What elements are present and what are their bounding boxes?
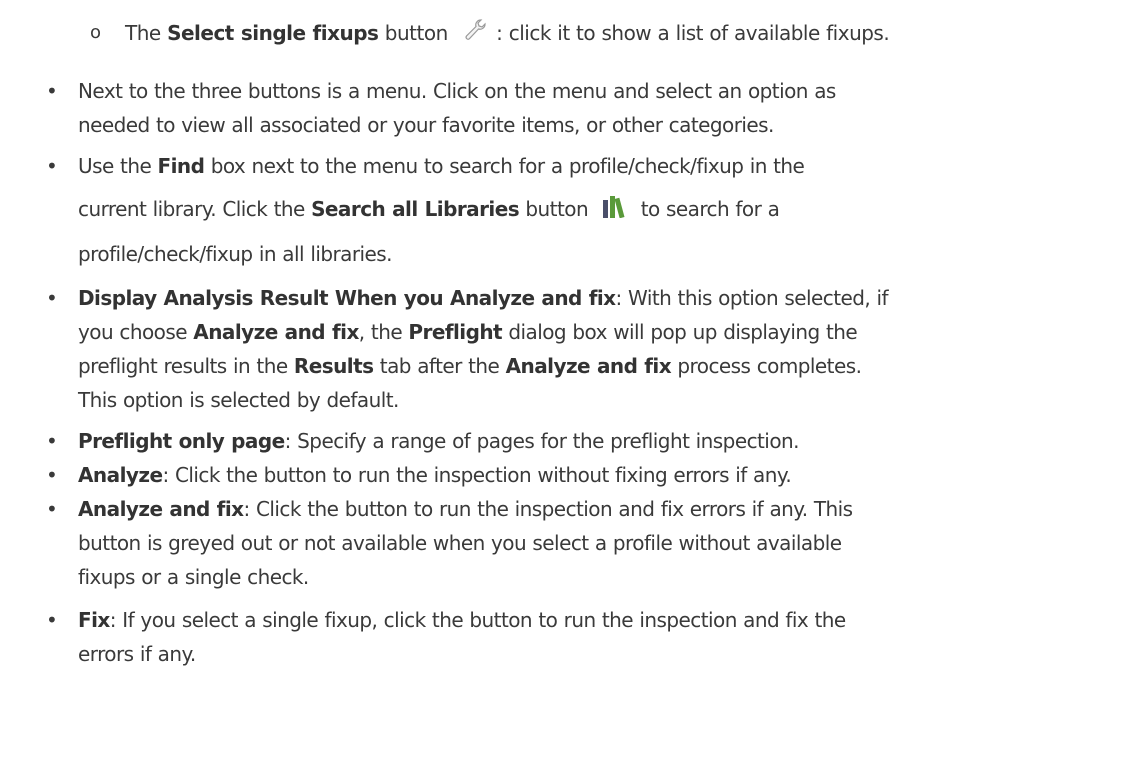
list-item-find: • Use the Find box next to the menu to s… bbox=[0, 149, 1128, 269]
bold-analyze: Analyze bbox=[78, 463, 163, 487]
list-item-preflight-only-page: • Preflight only page: Specify a range o… bbox=[0, 424, 1128, 460]
bullet: • bbox=[46, 608, 58, 632]
bold-search-all-libraries: Search all Libraries bbox=[311, 197, 520, 221]
bullet: • bbox=[46, 463, 58, 487]
list-item-menu: • Next to the three buttons is a menu. C… bbox=[0, 74, 1128, 144]
circle-bullet: o bbox=[90, 22, 102, 43]
bold-analyze-and-fix: Analyze and fix bbox=[78, 497, 244, 521]
wrench-icon bbox=[462, 17, 488, 53]
list-item-display-analysis-result: • Display Analysis Result When you Analy… bbox=[0, 281, 1128, 421]
list-item-analyze: • Analyze: Click the button to run the i… bbox=[0, 458, 1128, 494]
bold-find: Find bbox=[157, 154, 205, 178]
list-item-analyze-and-fix: • Analyze and fix: Click the button to r… bbox=[0, 492, 1128, 596]
bullet: • bbox=[46, 497, 58, 521]
bullet: • bbox=[46, 429, 58, 453]
bullet: • bbox=[46, 286, 58, 310]
bold-select-single-fixups: Select single fixups bbox=[167, 21, 379, 45]
bold-results: Results bbox=[293, 354, 374, 378]
bullet: • bbox=[46, 79, 58, 103]
document-page: o The Select single fixups button : clic… bbox=[0, 0, 1128, 773]
bullet: • bbox=[46, 154, 58, 178]
bold-preflight-only-page: Preflight only page bbox=[78, 429, 285, 453]
libraries-icon bbox=[602, 185, 626, 237]
bold-fix: Fix bbox=[78, 608, 110, 632]
list-item-fix: • Fix: If you select a single fixup, cli… bbox=[0, 603, 1128, 673]
sub-list-item-select-single-fixups: o The Select single fixups button : clic… bbox=[0, 16, 1128, 56]
bold-preflight: Preflight bbox=[408, 320, 503, 344]
bold-display-analysis-result: Display Analysis Result When you Analyze… bbox=[78, 286, 616, 310]
